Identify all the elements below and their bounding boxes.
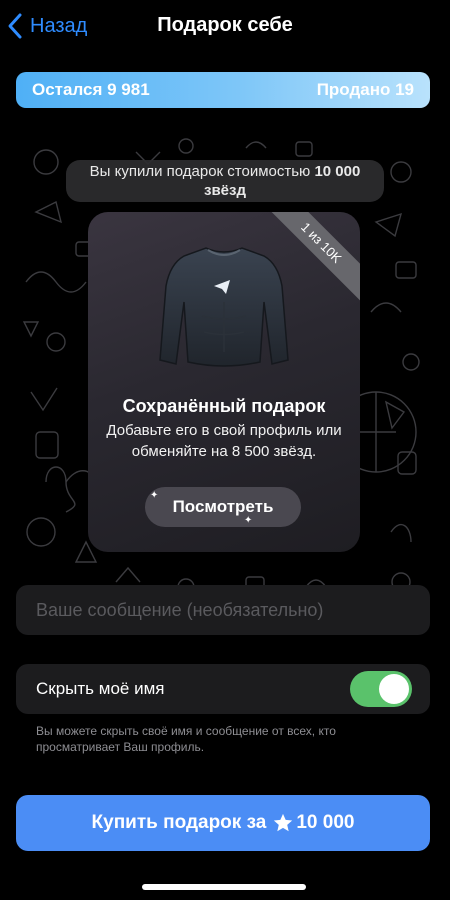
purchase-note-prefix: Вы купили подарок стоимостью: [89, 163, 315, 180]
purchase-note-suffix: звёзд: [204, 182, 246, 199]
purchase-note: Вы купили подарок стоимостью 10 000 звёз…: [66, 160, 384, 202]
gift-card-description: Добавьте его в свой профиль или обменяйт…: [106, 422, 342, 460]
message-input[interactable]: [16, 585, 430, 635]
view-button[interactable]: Посмотреть: [145, 487, 301, 527]
star-icon: [274, 813, 293, 832]
buy-gift-button[interactable]: Купить подарок за 10 000: [16, 795, 430, 851]
buy-button-amount: 10 000: [296, 812, 355, 833]
gift-card-title: Сохранённый подарок: [122, 396, 326, 416]
home-indicator: [142, 884, 306, 890]
remaining-count: Остался 9 981: [32, 80, 150, 99]
navigation-bar: Назад Подарок себе: [0, 0, 450, 56]
sparkle-icon: ✦: [150, 490, 159, 501]
hide-name-label: Скрыть моё имя: [36, 679, 165, 698]
hide-name-hint: Вы можете скрыть своё имя и сообщение от…: [36, 724, 336, 754]
hide-name-toggle[interactable]: [350, 671, 412, 707]
page-title: Подарок себе: [157, 14, 293, 36]
stock-bar: Остался 9 981 Продано 19: [16, 72, 430, 108]
purchase-note-amount: 10 000: [314, 163, 361, 180]
toggle-knob: [379, 674, 409, 704]
hide-name-row: Скрыть моё имя: [16, 664, 430, 714]
sold-count: Продано 19: [316, 80, 414, 99]
gift-card: 1 из 10K Сохранённый подарок Добавьте ег…: [88, 212, 360, 552]
buy-button-label: Купить подарок за: [91, 812, 267, 833]
sparkle-icon: ✦: [244, 515, 253, 526]
shirt-image: [159, 247, 289, 367]
